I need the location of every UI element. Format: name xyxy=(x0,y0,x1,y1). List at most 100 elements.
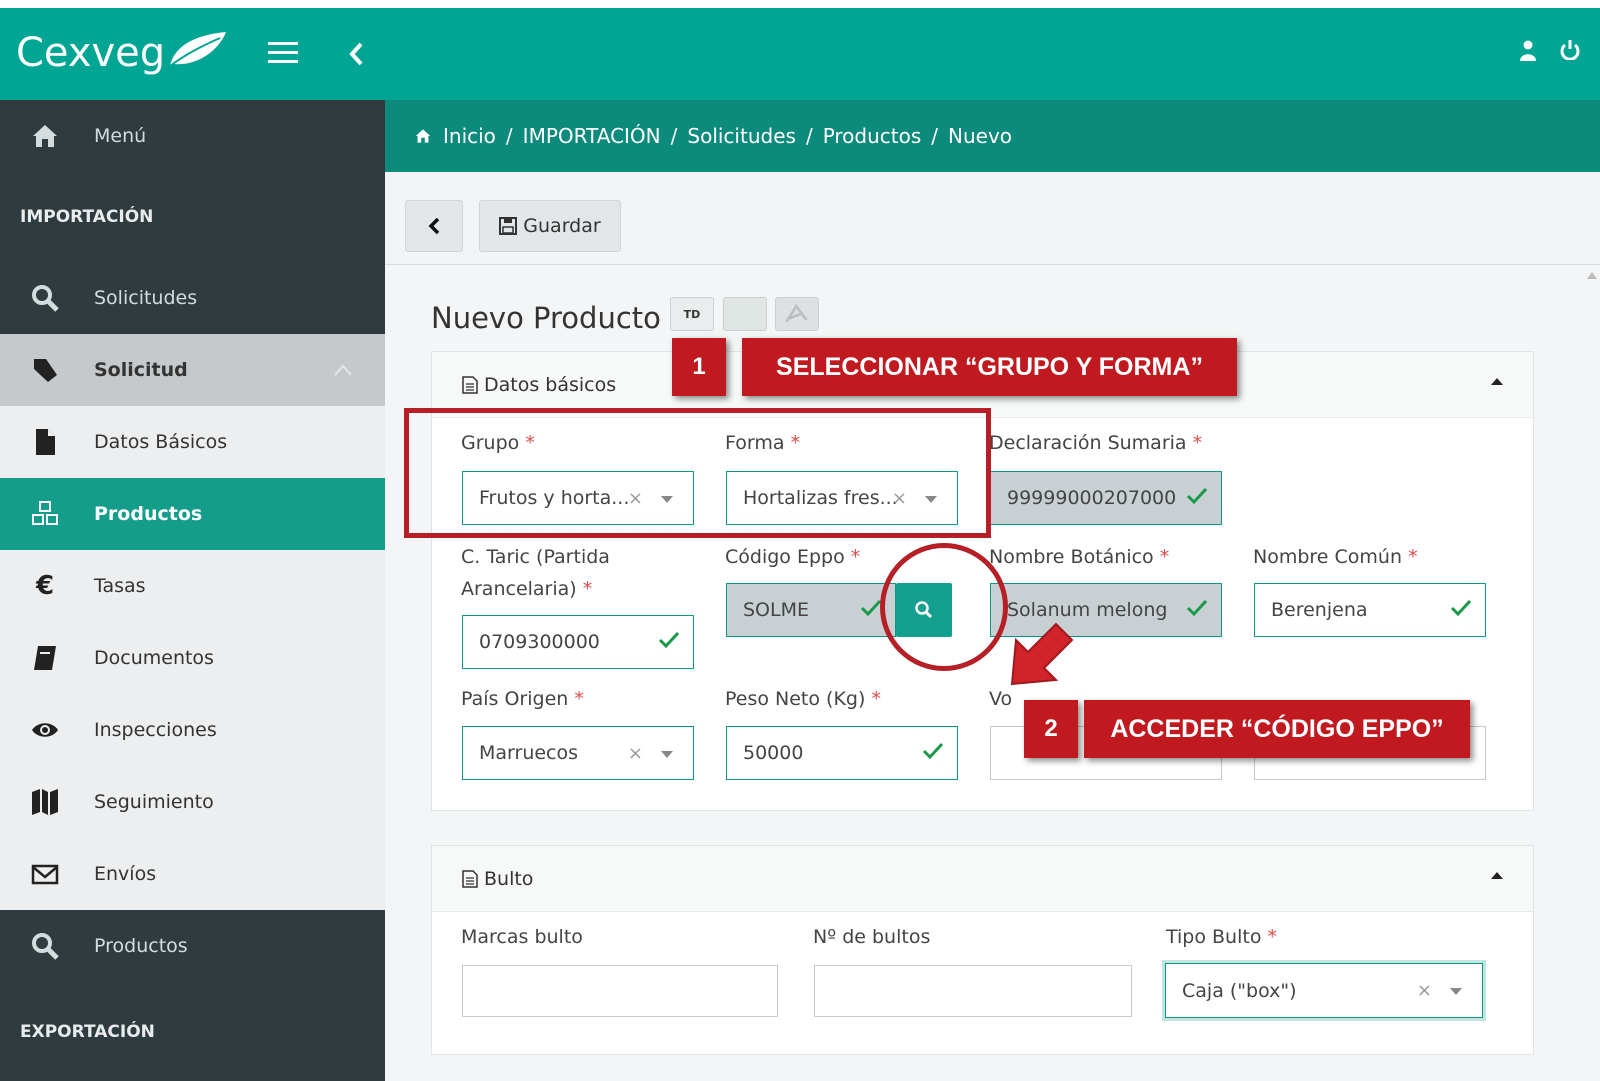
tipo-select[interactable]: Caja ("box") × xyxy=(1165,963,1483,1018)
floppy-icon xyxy=(499,217,518,235)
envelope-icon xyxy=(31,864,59,885)
sidebar-item-label: Seguimiento xyxy=(94,791,214,813)
collapse-caret-icon[interactable] xyxy=(1491,872,1503,879)
map-icon xyxy=(32,789,58,815)
sidebar-item-tasas[interactable]: € Tasas xyxy=(0,550,385,622)
sidebar-item-productos[interactable]: Productos xyxy=(0,910,385,982)
breadcrumb-separator: / xyxy=(805,124,813,148)
sidebar: Menú IMPORTACIÓN Solicitudes Solicitud D… xyxy=(0,100,385,1081)
check-icon xyxy=(658,631,680,649)
power-icon[interactable] xyxy=(1560,40,1580,60)
book-icon xyxy=(34,646,56,670)
file-icon xyxy=(36,429,55,455)
breadcrumb-importacion[interactable]: IMPORTACIÓN xyxy=(523,124,661,148)
volumen-label: Vo xyxy=(989,688,1013,710)
toolbar: Guardar xyxy=(385,172,1600,265)
pais-select[interactable]: Marruecos × xyxy=(462,726,694,780)
search-icon xyxy=(32,285,59,312)
bulto-title: Bulto xyxy=(484,867,534,890)
check-icon xyxy=(1450,599,1472,617)
tag-icon xyxy=(34,359,57,382)
annotation-circle-eppo xyxy=(880,543,1008,671)
eppo-value: SOLME xyxy=(743,599,809,621)
annotation-box-grupo-forma xyxy=(404,408,991,538)
acrobat-icon xyxy=(785,303,808,323)
breadcrumb-separator: / xyxy=(505,124,513,148)
pais-value: Marruecos xyxy=(479,742,579,764)
num-bultos-input[interactable] xyxy=(814,965,1132,1017)
euro-icon: € xyxy=(35,571,55,601)
chevron-left-icon[interactable] xyxy=(348,42,364,66)
breadcrumb-productos[interactable]: Productos xyxy=(823,124,922,148)
clear-icon[interactable]: × xyxy=(1417,980,1432,1001)
leaf-logo-icon xyxy=(169,32,226,67)
hamburger-icon[interactable] xyxy=(268,42,298,64)
annotation-step1-text: SELECCIONAR “GRUPO Y FORMA” xyxy=(742,338,1237,396)
comun-input[interactable]: Berenjena xyxy=(1254,583,1486,637)
annotation-step2-text: ACCEDER “CÓDIGO EPPO” xyxy=(1084,700,1470,758)
sidebar-item-label: Tasas xyxy=(94,575,146,597)
check-icon xyxy=(922,742,944,760)
breadcrumb-inicio[interactable]: Inicio xyxy=(443,124,496,148)
scroll-up-icon[interactable] xyxy=(1587,271,1597,279)
peso-input[interactable]: 50000 xyxy=(726,726,958,780)
bulto-panel: Bulto xyxy=(431,845,1534,1055)
sidebar-item-label: Datos Básicos xyxy=(94,431,228,453)
num-bultos-label: Nº de bultos xyxy=(813,926,931,948)
chevron-left-icon xyxy=(428,217,440,235)
breadcrumb: Inicio / IMPORTACIÓN / Solicitudes / Pro… xyxy=(385,100,1600,172)
eye-icon xyxy=(32,723,58,737)
chevron-down-icon[interactable] xyxy=(661,751,673,758)
sidebar-item-datos-basicos[interactable]: Datos Básicos xyxy=(0,406,385,478)
botanico-label: Nombre Botánico * xyxy=(989,546,1170,568)
chevron-down-icon[interactable] xyxy=(1450,988,1462,995)
td-tag[interactable]: TD xyxy=(670,297,714,331)
eppo-input[interactable]: SOLME xyxy=(726,583,896,637)
declaracion-input[interactable]: 99999000207000 xyxy=(990,471,1222,525)
flag-tag[interactable] xyxy=(723,297,767,331)
collapse-caret-icon[interactable] xyxy=(1491,378,1503,385)
clear-icon[interactable]: × xyxy=(628,743,643,764)
comun-value: Berenjena xyxy=(1271,599,1368,621)
check-icon xyxy=(1186,599,1208,617)
sidebar-item-inspecciones[interactable]: Inspecciones xyxy=(0,694,385,766)
marcas-input[interactable] xyxy=(462,965,778,1017)
sidebar-item-label: Solicitudes xyxy=(94,287,198,309)
user-icon[interactable] xyxy=(1520,40,1536,62)
search-icon xyxy=(32,933,59,960)
cubes-icon xyxy=(32,501,58,525)
sidebar-item-envios[interactable]: Envíos xyxy=(0,838,385,910)
scrollbar[interactable] xyxy=(1585,265,1600,1081)
back-button[interactable] xyxy=(405,200,463,252)
chevron-up-icon xyxy=(334,364,352,376)
annotation-step2-number: 2 xyxy=(1024,700,1078,758)
annotation-arrow-icon xyxy=(1010,622,1074,686)
taric-input[interactable]: 0709300000 xyxy=(462,615,694,669)
datos-basicos-title: Datos básicos xyxy=(484,373,617,396)
app-logo: Cexveg xyxy=(16,30,166,76)
sidebar-item-solicitud[interactable]: Solicitud xyxy=(0,334,385,406)
breadcrumb-solicitudes[interactable]: Solicitudes xyxy=(687,124,796,148)
taric-label: C. Taric (Partida Arancelaria) * xyxy=(461,546,610,600)
taric-value: 0709300000 xyxy=(479,631,600,653)
sidebar-item-documentos[interactable]: Documentos xyxy=(0,622,385,694)
peso-value: 50000 xyxy=(743,742,804,764)
bulto-header[interactable]: Bulto xyxy=(432,846,1533,912)
comun-label: Nombre Común * xyxy=(1253,546,1418,568)
sidebar-section-exportacion: EXPORTACIÓN xyxy=(0,982,385,1081)
breadcrumb-separator: / xyxy=(670,124,678,148)
sidebar-item-seguimiento[interactable]: Seguimiento xyxy=(0,766,385,838)
sidebar-item-productos-active[interactable]: Productos xyxy=(0,478,385,550)
declaracion-label: Declaración Sumaria * xyxy=(989,432,1203,454)
home-icon xyxy=(33,125,57,147)
sidebar-item-label: Envíos xyxy=(94,863,157,885)
sidebar-item-solicitudes[interactable]: Solicitudes xyxy=(0,262,385,334)
sidebar-item-label: Productos xyxy=(94,503,203,525)
save-label: Guardar xyxy=(523,215,601,237)
app-frame: Cexveg Menú IMPORTACIÓN Solicitudes Soli… xyxy=(0,8,1600,1081)
pdf-tag[interactable] xyxy=(775,297,819,331)
save-button[interactable]: Guardar xyxy=(479,200,621,252)
annotation-step1-number: 1 xyxy=(672,338,726,396)
file-text-icon xyxy=(462,375,478,394)
sidebar-item-menu[interactable]: Menú xyxy=(0,100,385,172)
